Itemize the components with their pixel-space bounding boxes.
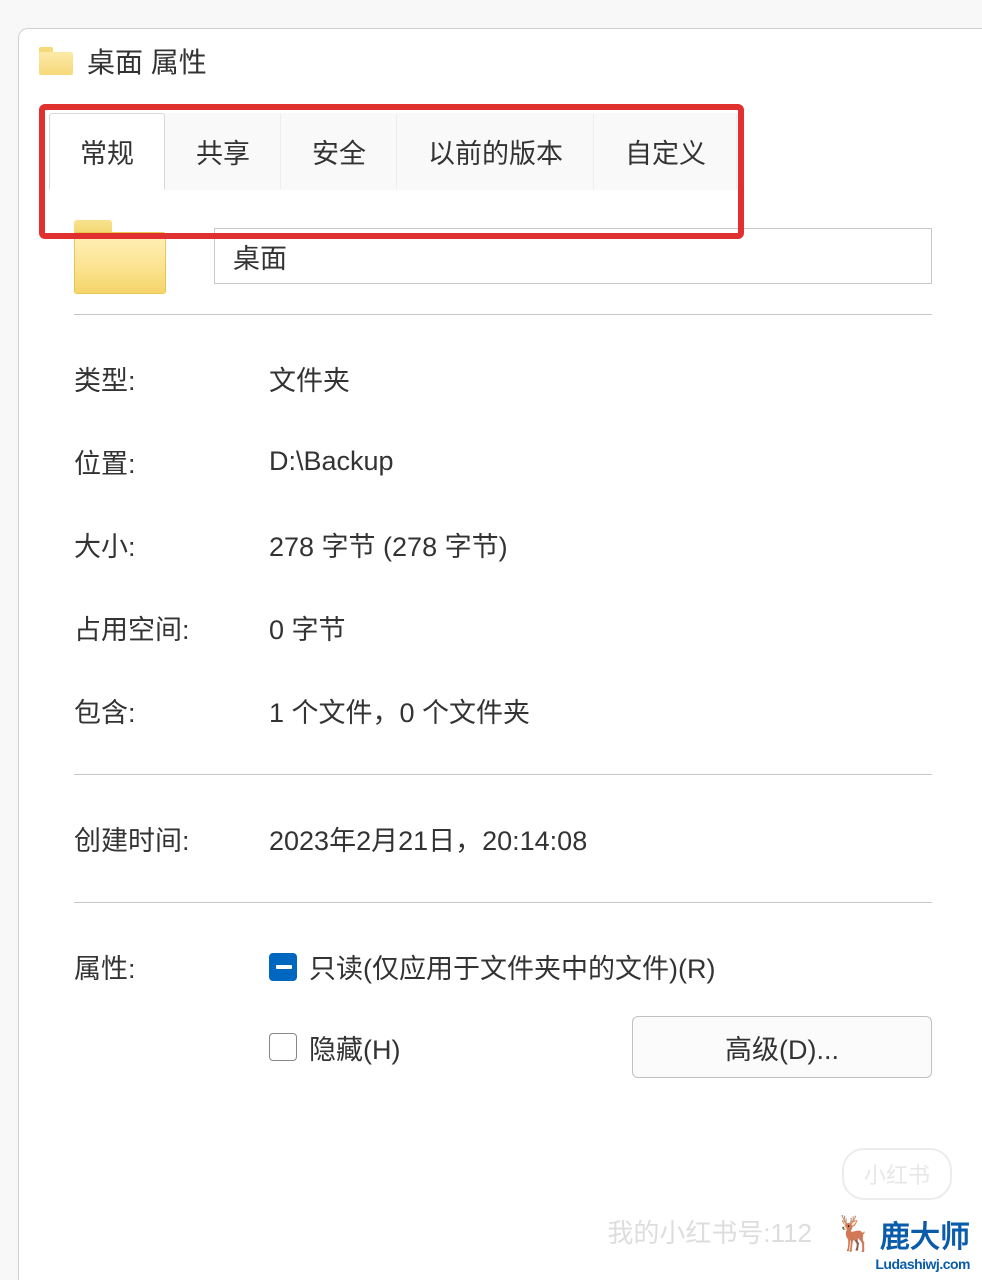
row-size: 大小: 278 字节 (278 字节) xyxy=(74,503,932,586)
logo-url: Ludashiwj.com xyxy=(875,1256,970,1272)
tab-security[interactable]: 安全 xyxy=(281,113,397,190)
tab-customize[interactable]: 自定义 xyxy=(594,113,737,190)
attributes-label: 属性: xyxy=(74,947,269,986)
folder-header-row xyxy=(74,220,932,292)
contains-value: 1 个文件，0 个文件夹 xyxy=(269,691,530,730)
divider xyxy=(74,314,932,315)
folder-icon xyxy=(39,47,73,75)
advanced-button[interactable]: 高级(D)... xyxy=(632,1016,932,1078)
created-value: 2023年2月21日，20:14:08 xyxy=(269,819,587,858)
row-attributes: 属性: 只读(仅应用于文件夹中的文件)(R) 隐藏(H) 高级(D)... xyxy=(74,925,932,1078)
created-label: 创建时间: xyxy=(74,819,269,858)
location-value: D:\Backup xyxy=(269,446,394,477)
row-created: 创建时间: 2023年2月21日，20:14:08 xyxy=(74,797,932,880)
hidden-row: 隐藏(H) xyxy=(269,1028,400,1067)
location-label: 位置: xyxy=(74,442,269,481)
tab-previous-versions[interactable]: 以前的版本 xyxy=(397,113,594,190)
size-value: 278 字节 (278 字节) xyxy=(269,525,508,564)
divider xyxy=(74,774,932,775)
tab-bar: 常规 共享 安全 以前的版本 自定义 xyxy=(19,93,982,190)
size-label: 大小: xyxy=(74,525,269,564)
deer-icon: 🦌 xyxy=(834,1214,876,1254)
hidden-checkbox[interactable] xyxy=(269,1033,297,1061)
readonly-label: 只读(仅应用于文件夹中的文件)(R) xyxy=(309,947,715,986)
size-on-disk-label: 占用空间: xyxy=(74,608,269,647)
logo-text: 鹿大师 xyxy=(880,1212,970,1256)
readonly-row: 只读(仅应用于文件夹中的文件)(R) xyxy=(269,947,932,986)
divider xyxy=(74,902,932,903)
type-value: 文件夹 xyxy=(269,359,350,398)
watermark-logo: 🦌 鹿大师 Ludashiwj.com xyxy=(834,1212,970,1272)
row-contains: 包含: 1 个文件，0 个文件夹 xyxy=(74,669,932,752)
watermark-account-text: 我的小红书号:112 xyxy=(607,1213,812,1250)
row-size-on-disk: 占用空间: 0 字节 xyxy=(74,586,932,669)
watermark-xiaohongshu-pill: 小红书 xyxy=(842,1148,952,1200)
row-location: 位置: D:\Backup xyxy=(74,420,932,503)
hidden-advanced-row: 隐藏(H) 高级(D)... xyxy=(269,1016,932,1078)
row-type: 类型: 文件夹 xyxy=(74,337,932,420)
tab-sharing[interactable]: 共享 xyxy=(165,113,281,190)
hidden-label: 隐藏(H) xyxy=(309,1028,400,1067)
folder-icon-large xyxy=(74,220,164,292)
title-bar: 桌面 属性 xyxy=(19,29,982,93)
readonly-checkbox[interactable] xyxy=(269,953,297,981)
contains-label: 包含: xyxy=(74,691,269,730)
window-title: 桌面 属性 xyxy=(87,41,207,81)
folder-name-input[interactable] xyxy=(214,228,932,284)
attributes-options: 只读(仅应用于文件夹中的文件)(R) 隐藏(H) 高级(D)... xyxy=(269,947,932,1078)
size-on-disk-value: 0 字节 xyxy=(269,608,346,647)
tab-general[interactable]: 常规 xyxy=(49,113,165,190)
dialog-content: 类型: 文件夹 位置: D:\Backup 大小: 278 字节 (278 字节… xyxy=(19,190,982,1078)
type-label: 类型: xyxy=(74,359,269,398)
properties-dialog: 桌面 属性 常规 共享 安全 以前的版本 自定义 类型: 文件夹 位置: D:\… xyxy=(18,28,982,1280)
